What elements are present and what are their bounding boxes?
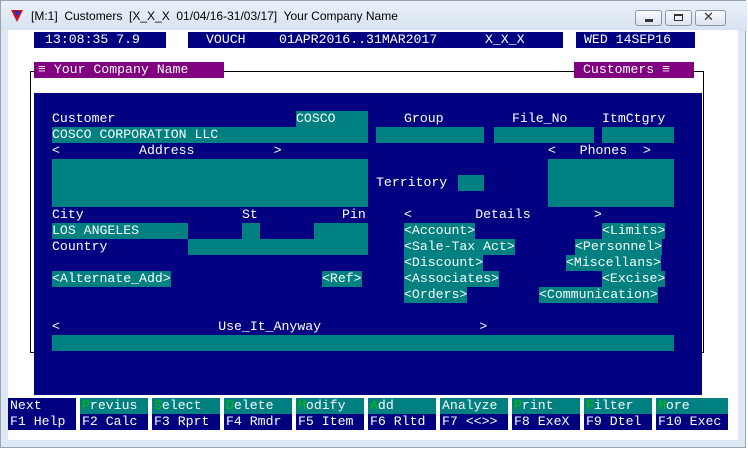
app-logo-icon[interactable]	[11, 10, 23, 22]
fkey-hotkey: D	[226, 398, 234, 413]
module-header[interactable]: Customers ≡	[574, 62, 694, 78]
fkey-label: rint	[521, 398, 554, 413]
address-field[interactable]	[52, 159, 368, 207]
fkey-hotkey: P	[82, 398, 90, 413]
fkey-select[interactable]: Select F3 Rprt	[152, 398, 224, 430]
personnel-button[interactable]: <Personnel>	[575, 239, 663, 255]
address-header: < Address >	[52, 143, 282, 158]
clock-display: 13:08:35 7.9	[34, 32, 166, 48]
city-label: City	[52, 207, 84, 222]
use-it-anyway-field[interactable]	[52, 335, 674, 351]
customer-form-panel: Customer COSCO Group File_No ItmCtgry CO…	[34, 93, 702, 395]
fkey-sub-label: F10 Exec	[656, 414, 728, 430]
fkey-delete[interactable]: Delete F4 Rmdr	[224, 398, 296, 430]
communication-button[interactable]: <Communication>	[539, 287, 658, 303]
period-bar: VOUCH 01APR2016..31MAR2017 X_X_X	[188, 32, 563, 48]
fkey-sub-label: F7 <<>>	[440, 414, 508, 430]
sale-tax-button[interactable]: <Sale-Tax Act>	[404, 239, 515, 255]
details-header: < Details >	[404, 207, 602, 222]
group-field[interactable]	[376, 127, 484, 143]
fkey-next[interactable]: Next F1 Help	[8, 398, 80, 430]
pin-field[interactable]	[314, 223, 368, 239]
fkey-more[interactable]: More F10 Exec	[656, 398, 728, 430]
file-no-field[interactable]	[494, 127, 594, 143]
fkey-label: ore	[665, 398, 690, 413]
file-no-label: File_No	[512, 111, 568, 126]
fkey-sub-label: F1 Help	[8, 414, 76, 430]
fkey-label: ext	[17, 398, 42, 413]
customer-code-field[interactable]: COSCO	[296, 111, 368, 127]
window-title: [M:1] Customers [X_X_X 01/04/16-31/03/17…	[31, 9, 398, 23]
fkey-hotkey: A	[370, 398, 378, 413]
company-header[interactable]: ≡ Your Company Name	[34, 62, 224, 78]
use-it-anyway-header: < Use_It_Anyway >	[52, 319, 488, 334]
fkey-hotkey: S	[154, 398, 162, 413]
period-label: 01APR2016..31MAR2017	[279, 32, 438, 47]
fkey-analyze[interactable]: Analyze F7 <<>>	[440, 398, 512, 430]
fkey-sub-label: F6 Rltd	[368, 414, 436, 430]
fkey-sub-label: F4 Rmdr	[224, 414, 292, 430]
fkey-label: odify	[305, 398, 346, 413]
ref-button[interactable]: <Ref>	[322, 271, 362, 287]
fkey-label: dd	[377, 398, 394, 413]
close-button[interactable]: ✕	[695, 10, 726, 26]
fkey-modify[interactable]: Modify F5 Item	[296, 398, 368, 430]
group-label: Group	[404, 111, 444, 126]
close-icon: ✕	[703, 10, 714, 25]
customer-name-field[interactable]: COSCO CORPORATION LLC	[52, 127, 368, 143]
fkey-sub-label: F8 ExeX	[512, 414, 580, 430]
fkey-label: ilter	[593, 398, 634, 413]
pin-label: Pin	[342, 207, 366, 222]
fkey-add[interactable]: Add F6 Rltd	[368, 398, 440, 430]
fkey-label: elect	[161, 398, 202, 413]
maximize-icon	[674, 14, 683, 21]
fkey-hotkey: F	[586, 398, 594, 413]
account-button[interactable]: <Account>	[404, 223, 476, 239]
phones-header: < Phones >	[548, 143, 651, 158]
itm-ctgry-label: ItmCtgry	[602, 111, 666, 126]
discount-button[interactable]: <Discount>	[404, 255, 484, 271]
terminal-area: 13:08:35 7.9 VOUCH 01APR2016..31MAR2017 …	[8, 30, 738, 440]
itm-ctgry-field[interactable]	[602, 127, 674, 143]
mode-label: VOUCH	[206, 32, 246, 47]
orders-button[interactable]: <Orders>	[404, 287, 468, 303]
customer-label: Customer	[52, 111, 116, 126]
minimize-button[interactable]	[635, 10, 662, 26]
fkey-hotkey: N	[10, 398, 18, 413]
fkey-hotkey: P	[514, 398, 522, 413]
fkey-filter[interactable]: Filter F9 Dtel	[584, 398, 656, 430]
fkey-label: Analyze	[442, 398, 498, 413]
phones-field[interactable]	[548, 159, 674, 207]
country-label: Country	[52, 239, 108, 254]
date-display: WED 14SEP16	[576, 32, 695, 48]
miscellans-button[interactable]: <Miscellans>	[566, 255, 661, 271]
fkey-sub-label: F9 Dtel	[584, 414, 652, 430]
minimize-icon	[645, 19, 653, 22]
maximize-button[interactable]	[665, 10, 692, 26]
fkey-label: revius	[89, 398, 138, 413]
fkey-label: elete	[233, 398, 274, 413]
excise-button[interactable]: <Excise>	[602, 271, 666, 287]
fkey-hotkey: M	[658, 398, 666, 413]
limits-button[interactable]: <Limits>	[602, 223, 666, 239]
alternate-add-button[interactable]: <Alternate_Add>	[52, 271, 171, 287]
country-field[interactable]	[188, 239, 368, 255]
state-label: St	[242, 207, 258, 222]
state-field[interactable]	[242, 223, 260, 239]
fkey-sub-label: F3 Rprt	[152, 414, 220, 430]
territory-field[interactable]	[458, 175, 484, 191]
company-code-label: X_X_X	[485, 32, 525, 47]
city-field[interactable]: LOS ANGELES	[52, 223, 188, 239]
fkey-hotkey: M	[298, 398, 306, 413]
fkey-sub-label: F2 Calc	[80, 414, 148, 430]
fkey-sub-label: F5 Item	[296, 414, 364, 430]
title-bar[interactable]: [M:1] Customers [X_X_X 01/04/16-31/03/17…	[1, 1, 747, 31]
fkey-previus[interactable]: Previus F2 Calc	[80, 398, 152, 430]
territory-label: Territory	[376, 175, 448, 190]
fkey-print[interactable]: Print F8 ExeX	[512, 398, 584, 430]
associates-button[interactable]: <Associates>	[404, 271, 499, 287]
